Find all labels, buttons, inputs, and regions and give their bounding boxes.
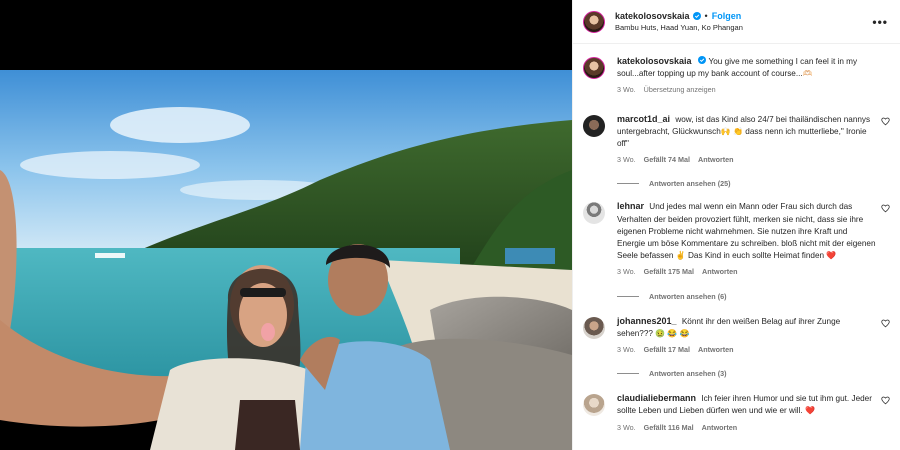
- comment-emoji: 🙌: [720, 126, 731, 136]
- heart-outline-icon[interactable]: [881, 319, 890, 328]
- comment-username[interactable]: lehnar: [617, 201, 644, 211]
- avatar[interactable]: [583, 57, 605, 79]
- comment-emoji: 🤢 😂 😂: [655, 328, 690, 338]
- header-text: katekolosovskaia • Folgen Bambu Huts, Ha…: [615, 11, 743, 32]
- timestamp[interactable]: 3 Wo.: [617, 84, 636, 96]
- verified-badge-icon: [692, 12, 701, 20]
- replies-divider: [617, 373, 639, 375]
- view-replies-label: Antworten ansehen (25): [649, 179, 731, 189]
- comment-username[interactable]: johannes201_: [617, 316, 677, 326]
- comment-emoji: 👏: [733, 126, 743, 136]
- caption-username[interactable]: katekolosovskaia: [617, 56, 692, 66]
- avatar[interactable]: [583, 316, 605, 339]
- comments-list: katekolosovskaia You give me something I …: [573, 55, 900, 434]
- avatar[interactable]: [583, 394, 605, 417]
- view-replies-button[interactable]: Antworten ansehen (25): [617, 179, 890, 188]
- comment-username[interactable]: claudialiebermann: [617, 393, 696, 403]
- caption: katekolosovskaia You give me something I …: [583, 55, 890, 97]
- comment-item: claudialiebermann Ich feier ihren Humor …: [583, 392, 890, 434]
- reply-button[interactable]: Antworten: [702, 422, 738, 434]
- instagram-post-view: katekolosovskaia • Folgen Bambu Huts, Ha…: [0, 0, 900, 450]
- post-username[interactable]: katekolosovskaia: [615, 11, 690, 21]
- comment-body: claudialiebermann Ich feier ihren Humor …: [617, 392, 876, 434]
- comment-item: lehnar Und jedes mal wenn ein Mann oder …: [583, 200, 890, 278]
- verified-badge-icon: [697, 56, 706, 64]
- avatar[interactable]: [583, 114, 605, 137]
- comment-meta: 3 Wo. Gefällt 17 Mal Antworten: [617, 344, 876, 356]
- comment-body: marcot1d_ai wow, ist das Kind also 24/7 …: [617, 113, 876, 167]
- heart-outline-icon[interactable]: [881, 204, 890, 213]
- separator-dot: •: [704, 11, 708, 21]
- caption-meta: 3 Wo. Übersetzung anzeigen: [617, 84, 876, 96]
- likes-count[interactable]: Gefällt 116 Mal: [644, 422, 694, 434]
- post-header: katekolosovskaia • Folgen Bambu Huts, Ha…: [573, 0, 900, 44]
- more-options-icon[interactable]: •••: [872, 15, 888, 29]
- reply-button[interactable]: Antworten: [698, 154, 734, 166]
- likes-count[interactable]: Gefällt 175 Mal: [644, 266, 694, 278]
- follow-button[interactable]: Folgen: [712, 11, 742, 21]
- reply-button[interactable]: Antworten: [702, 266, 738, 278]
- comment-body: johannes201_ Könnt ihr den weißen Belag …: [617, 315, 876, 357]
- timestamp[interactable]: 3 Wo.: [617, 154, 636, 166]
- translate-link[interactable]: Übersetzung anzeigen: [644, 84, 716, 96]
- comment-emoji: ✌️: [675, 251, 686, 261]
- comment-text-continued: Das Kind in euch sollte Heimat finden: [687, 251, 825, 261]
- likes-count[interactable]: Gefällt 74 Mal: [644, 154, 690, 166]
- heart-outline-icon[interactable]: [881, 117, 890, 126]
- view-replies-button[interactable]: Antworten ansehen (3): [617, 369, 890, 378]
- replies-divider: [617, 183, 639, 185]
- comment-meta: 3 Wo. Gefällt 116 Mal Antworten: [617, 422, 876, 434]
- comment-item: johannes201_ Könnt ihr den weißen Belag …: [583, 315, 890, 357]
- comment-emoji: ❤️: [805, 406, 815, 416]
- avatar[interactable]: [583, 202, 605, 225]
- post-details-panel: katekolosovskaia • Folgen Bambu Huts, Ha…: [572, 0, 900, 450]
- caption-emoji: 🫶🏻: [802, 69, 813, 79]
- location-link[interactable]: Bambu Huts, Haad Yuan, Ko Phangan: [615, 23, 743, 32]
- timestamp[interactable]: 3 Wo.: [617, 422, 636, 434]
- avatar[interactable]: [583, 10, 605, 33]
- caption-body: katekolosovskaia You give me something I …: [617, 55, 876, 97]
- comment-meta: 3 Wo. Gefällt 74 Mal Antworten: [617, 154, 876, 166]
- likes-count[interactable]: Gefällt 17 Mal: [644, 344, 690, 356]
- view-replies-label: Antworten ansehen (6): [649, 291, 727, 301]
- comment-item: marcot1d_ai wow, ist das Kind also 24/7 …: [583, 113, 890, 167]
- comment-meta: 3 Wo. Gefällt 175 Mal Antworten: [617, 266, 876, 278]
- media-panel: [0, 0, 572, 450]
- post-photo[interactable]: [0, 70, 572, 450]
- comment-emoji: ❤️: [826, 251, 837, 261]
- comment-username[interactable]: marcot1d_ai: [617, 114, 670, 124]
- view-replies-button[interactable]: Antworten ansehen (6): [617, 292, 890, 301]
- view-replies-label: Antworten ansehen (3): [649, 369, 727, 379]
- timestamp[interactable]: 3 Wo.: [617, 344, 636, 356]
- heart-outline-icon[interactable]: [881, 396, 890, 405]
- reply-button[interactable]: Antworten: [698, 344, 734, 356]
- comment-body: lehnar Und jedes mal wenn ein Mann oder …: [617, 200, 876, 278]
- timestamp[interactable]: 3 Wo.: [617, 266, 636, 278]
- replies-divider: [617, 295, 639, 297]
